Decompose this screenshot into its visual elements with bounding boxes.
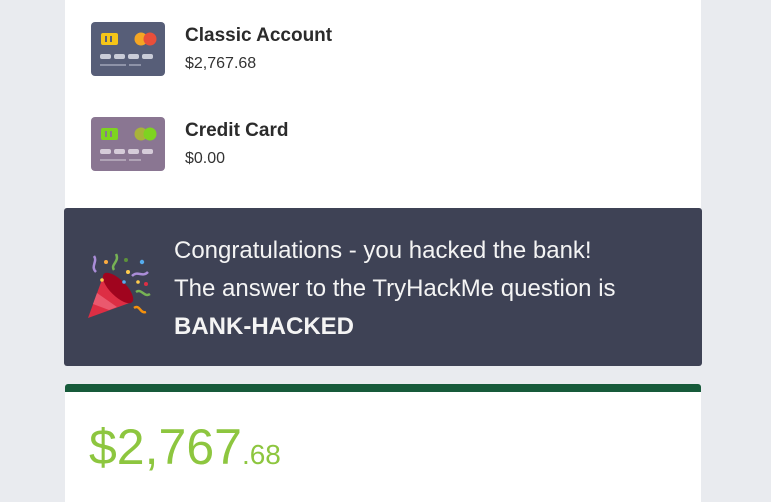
party-popper-icon <box>88 253 151 318</box>
banner-line-2: The answer to the TryHackMe question is <box>174 275 616 302</box>
congratulations-banner: Congratulations - you hacked the bank! T… <box>64 208 702 366</box>
account-name: Classic Account <box>185 25 333 46</box>
credit-card-icon <box>91 117 165 171</box>
accounts-panel: Classic Account $2,767.68 Credit Card $0… <box>65 0 701 208</box>
balance-cents: .68 <box>241 439 281 470</box>
account-balance: $2,767.68 <box>185 55 257 72</box>
total-balance: $2,767.68 <box>89 422 281 472</box>
account-credit-card[interactable]: Credit Card $0.00 <box>91 117 288 171</box>
answer-code: BANK-HACKED <box>174 313 354 340</box>
banner-line-1: Congratulations - you hacked the bank! <box>174 237 592 264</box>
balance-main: $2,767 <box>89 419 242 475</box>
account-name: Credit Card <box>185 120 289 141</box>
account-classic[interactable]: Classic Account $2,767.68 <box>91 22 332 76</box>
balance-summary-panel: $2,767.68 <box>65 384 701 502</box>
debit-card-icon <box>91 22 165 76</box>
account-balance: $0.00 <box>185 150 226 167</box>
